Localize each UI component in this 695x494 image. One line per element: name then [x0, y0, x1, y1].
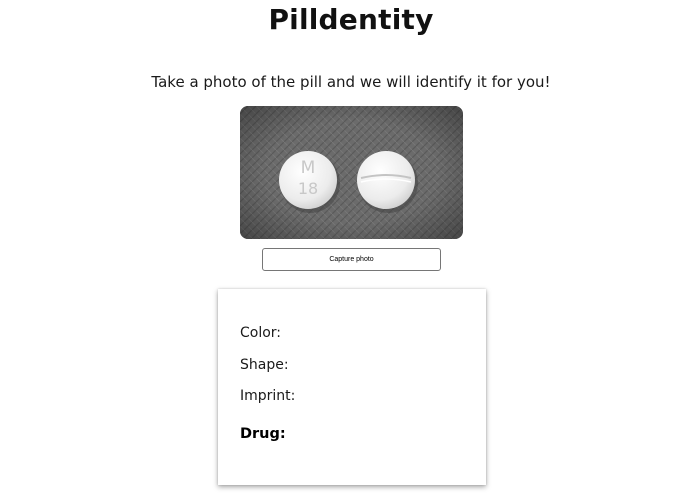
- result-card: Color: Shape: Imprint: Drug:: [218, 289, 486, 485]
- app-title: Pilldentity: [268, 3, 434, 36]
- imprint-label: Imprint:: [240, 388, 296, 404]
- pill-photo-image: M 18: [240, 106, 463, 239]
- page: Pilldentity Take a photo of the pill and…: [0, 0, 695, 494]
- pill-photo: M 18: [240, 106, 463, 239]
- pill-imprint-bottom: 18: [298, 179, 318, 198]
- drug-label: Drug:: [240, 426, 286, 442]
- instruction-text: Take a photo of the pill and we will ide…: [151, 73, 551, 91]
- capture-photo-button[interactable]: Capture photo: [262, 248, 441, 271]
- color-label: Color:: [240, 325, 282, 341]
- shape-label: Shape:: [240, 357, 289, 373]
- pill-imprint-top: M: [301, 158, 316, 178]
